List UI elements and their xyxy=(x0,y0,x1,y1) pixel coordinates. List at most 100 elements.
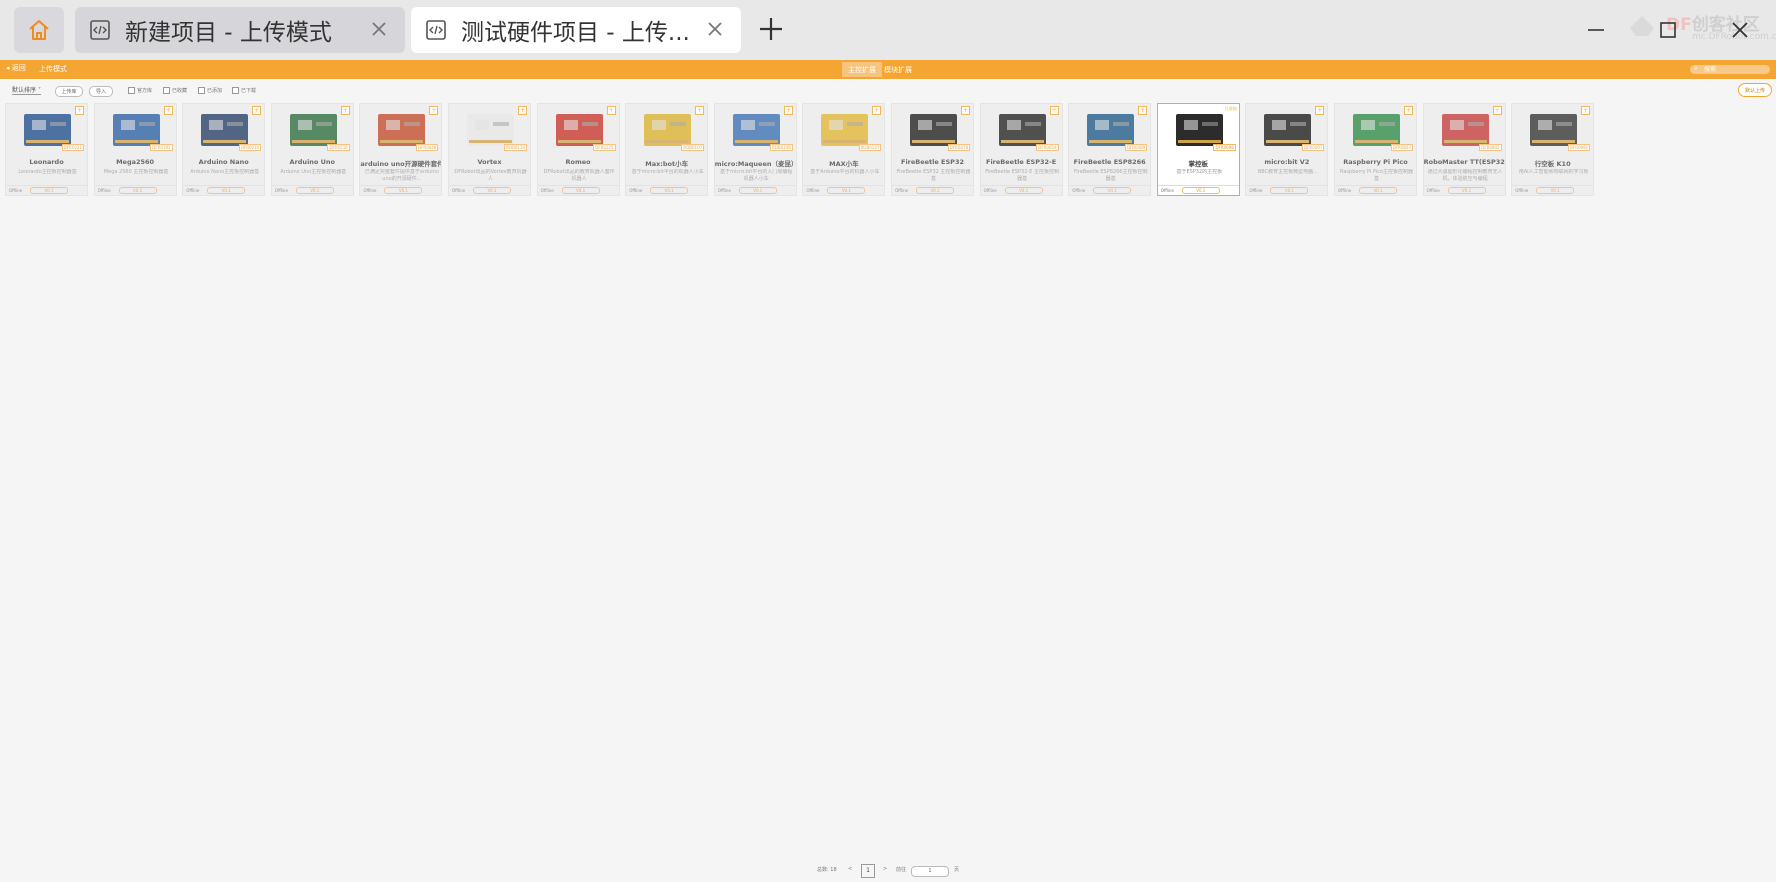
sku-badge: ROB0107 xyxy=(681,144,705,151)
version-select[interactable]: V0.1 xyxy=(30,187,68,194)
tab-test-hardware-project[interactable]: 测试硬件项目 - 上传... xyxy=(411,7,741,53)
board-name: Arduino Uno xyxy=(289,158,336,166)
board-card[interactable]: + DFR0992 行空板 K10 用AI人工智能和物联网的学习板 Offline V0.… xyxy=(1511,103,1595,196)
version-select[interactable]: V0.1 xyxy=(916,187,954,194)
board-card[interactable]: + ROB0137 MAX小车 基于Arduino平台的机器人小车 Offline V0.… xyxy=(802,103,886,196)
board-card[interactable]: + DFR0448 arduino uno开源硬件套件 已满足完整套件提供基于ardu… xyxy=(359,103,443,196)
filter-official[interactable]: 官方库 xyxy=(128,87,152,94)
board-card[interactable]: + DFR0221 Leonardo Leonardo主控板控制器基 Offline V0… xyxy=(5,103,88,196)
sort-select[interactable]: 默认排序 ˅ xyxy=(12,85,41,95)
add-plus-icon[interactable]: + xyxy=(1404,106,1413,115)
add-plus-icon[interactable]: + xyxy=(606,106,616,115)
board-description: 基于micro:bit平台的入门级编程机器人小车 xyxy=(720,169,793,182)
board-card[interactable]: + DFR0654 FireBeetle ESP32-E FireBeetle ESP… xyxy=(979,103,1063,196)
add-plus-icon[interactable]: + xyxy=(252,106,262,115)
library-header-bar: ◂ 返回 上传模式 主控扩展 模块扩展 搜索 ⌕ xyxy=(0,60,1776,79)
next-page-button[interactable]: > xyxy=(883,866,887,878)
add-plus-icon[interactable]: + xyxy=(75,106,84,115)
board-card[interactable]: + DFR0191 Mega2560 Mega 2560 主控板控制器基 Offline… xyxy=(93,103,177,196)
version-select[interactable]: V0.1 xyxy=(473,187,511,194)
minimize-icon[interactable] xyxy=(1584,18,1608,42)
sku-badge: ROB0110 xyxy=(504,144,527,151)
add-plus-icon[interactable]: + xyxy=(163,106,173,115)
board-card[interactable]: + DFR0216 Arduino Uno Arduino Uno主控板控制器基 Off… xyxy=(270,103,354,196)
board-card[interactable]: + ROB0110 Vortex DFRobot出品的Vortex教育机器人 Offli… xyxy=(448,103,531,196)
card-footer: Offline V0.1 xyxy=(1512,185,1594,195)
version-select[interactable]: V0.1 xyxy=(561,187,600,194)
version-select[interactable]: V0.1 xyxy=(827,187,866,194)
add-plus-icon[interactable]: + xyxy=(961,106,970,115)
close-window-icon[interactable] xyxy=(1728,18,1752,42)
upload-library-button[interactable]: 上传库 xyxy=(55,86,83,97)
version-select[interactable]: V0.1 xyxy=(1004,187,1043,194)
card-footer: Offline V0.1 xyxy=(1069,185,1151,195)
version-select[interactable]: V0.1 xyxy=(738,187,777,194)
add-plus-icon[interactable]: + xyxy=(695,106,705,115)
board-card[interactable]: + DFR0010 Arduino Nano Arduino Nano主控板控制器基 O… xyxy=(182,103,266,196)
version-select[interactable]: V0.1 xyxy=(118,187,157,194)
board-name: Raspberry Pi Pico xyxy=(1343,158,1408,166)
filter-added[interactable]: 已添加 xyxy=(198,87,222,94)
maximize-icon[interactable] xyxy=(1656,18,1680,42)
sku-badge: ROB0148 xyxy=(769,144,793,151)
add-plus-icon[interactable]: + xyxy=(1492,106,1502,115)
checkbox-icon xyxy=(163,87,170,94)
new-tab-plus-icon[interactable] xyxy=(758,16,784,42)
version-select[interactable]: V0.1 xyxy=(1447,187,1486,194)
version-select[interactable]: V0.1 xyxy=(207,187,246,194)
sku-badge: DFR0191 xyxy=(150,144,173,151)
sku-badge: DFR0225 xyxy=(593,144,616,151)
add-plus-icon[interactable]: + xyxy=(1581,106,1591,115)
board-card[interactable]: +已添加DFR0698掌控板基于ESP32的主控板OfflineV0.1 xyxy=(1156,103,1240,196)
board-card[interactable]: + DFR0478 FireBeetle ESP32 FireBeetle ESP32… xyxy=(891,103,974,196)
pager-total-label: 总数: xyxy=(817,867,829,873)
tab-module-extension[interactable]: 模块扩展 xyxy=(878,62,918,77)
version-select[interactable]: V0.1 xyxy=(295,187,334,194)
add-plus-icon[interactable]: + xyxy=(1315,106,1325,115)
prev-page-button[interactable]: < xyxy=(848,866,852,878)
goto-page-input[interactable]: 1 xyxy=(911,866,949,877)
version-select[interactable]: V0.1 xyxy=(1093,187,1132,194)
sku-badge: DFR0827 xyxy=(1390,144,1413,151)
board-name: micro:Maqueen（麦昆） xyxy=(714,160,796,168)
add-plus-icon[interactable]: + xyxy=(429,106,439,115)
version-select[interactable]: V0.1 xyxy=(1181,187,1220,194)
board-card[interactable]: + DFR0827 Raspberry Pi Pico Raspberry Pi Pi… xyxy=(1334,103,1417,196)
add-plus-icon[interactable]: + xyxy=(340,106,350,115)
sku-badge: DFR0698 xyxy=(1213,144,1236,151)
tab-new-project[interactable]: 新建项目 - 上传模式 xyxy=(75,7,405,53)
board-name: 掌控板 xyxy=(1188,160,1209,168)
filter-favorited[interactable]: 已收藏 xyxy=(163,87,187,94)
add-plus-icon[interactable]: + xyxy=(872,106,882,115)
board-card[interactable]: + DFR0802 RoboMaster TT(ESP32) 通过大疆图形化编程控制教… xyxy=(1422,103,1506,196)
board-card[interactable]: + ROB0148 micro:Maqueen（麦昆） 基于micro:bit平台的入… xyxy=(713,103,797,196)
filter-downloaded[interactable]: 已下载 xyxy=(232,87,256,94)
add-plus-icon[interactable]: + xyxy=(1138,106,1148,115)
board-card[interactable]: + DFR0489 FireBeetle ESP8266 FireBeetle ESP… xyxy=(1068,103,1152,196)
add-plus-icon[interactable]: + xyxy=(783,106,793,115)
close-icon[interactable] xyxy=(703,17,727,41)
version-select[interactable]: V0.1 xyxy=(1536,187,1575,194)
version-select[interactable]: V0.1 xyxy=(1359,187,1397,194)
board-card[interactable]: + DFR0225 Romeo DFRobot出品的教育机器人套件机器人 Offline… xyxy=(536,103,620,196)
home-tab[interactable] xyxy=(14,7,64,53)
search-input[interactable]: 搜索 xyxy=(1690,65,1770,74)
sku-badge: DFR0654 xyxy=(1036,144,1059,151)
back-button[interactable]: ◂ 返回 xyxy=(6,63,26,73)
board-card[interactable]: + ROB0107 Max:bot小车 基于micro:bit平台的机器人小车 Offl… xyxy=(625,103,709,196)
pager-total: 18 xyxy=(830,867,837,873)
current-page[interactable]: 1 xyxy=(861,864,875,878)
version-select[interactable]: V0.1 xyxy=(1270,187,1309,194)
version-select[interactable]: V0.1 xyxy=(384,187,423,194)
filter-bar: 默认排序 ˅ 上传库 导入 官方库 已收藏 已添加 已下载 xyxy=(0,81,1776,97)
import-button[interactable]: 导入 xyxy=(89,86,113,97)
add-plus-icon[interactable]: + xyxy=(518,106,527,115)
sku-badge: DFR0497 xyxy=(1302,144,1325,151)
version-select[interactable]: V0.1 xyxy=(650,187,689,194)
board-card[interactable]: + DFR0497 micro:bit V2 BBC教育主控板微型电脑... Offli… xyxy=(1245,103,1329,196)
add-plus-icon[interactable]: + xyxy=(1049,106,1059,115)
close-icon[interactable] xyxy=(367,17,391,41)
tab-main-extension[interactable]: 主控扩展 xyxy=(842,62,882,77)
sku-badge: ROB0137 xyxy=(858,144,882,151)
default-upload-button[interactable]: 默认上传 xyxy=(1738,83,1772,97)
